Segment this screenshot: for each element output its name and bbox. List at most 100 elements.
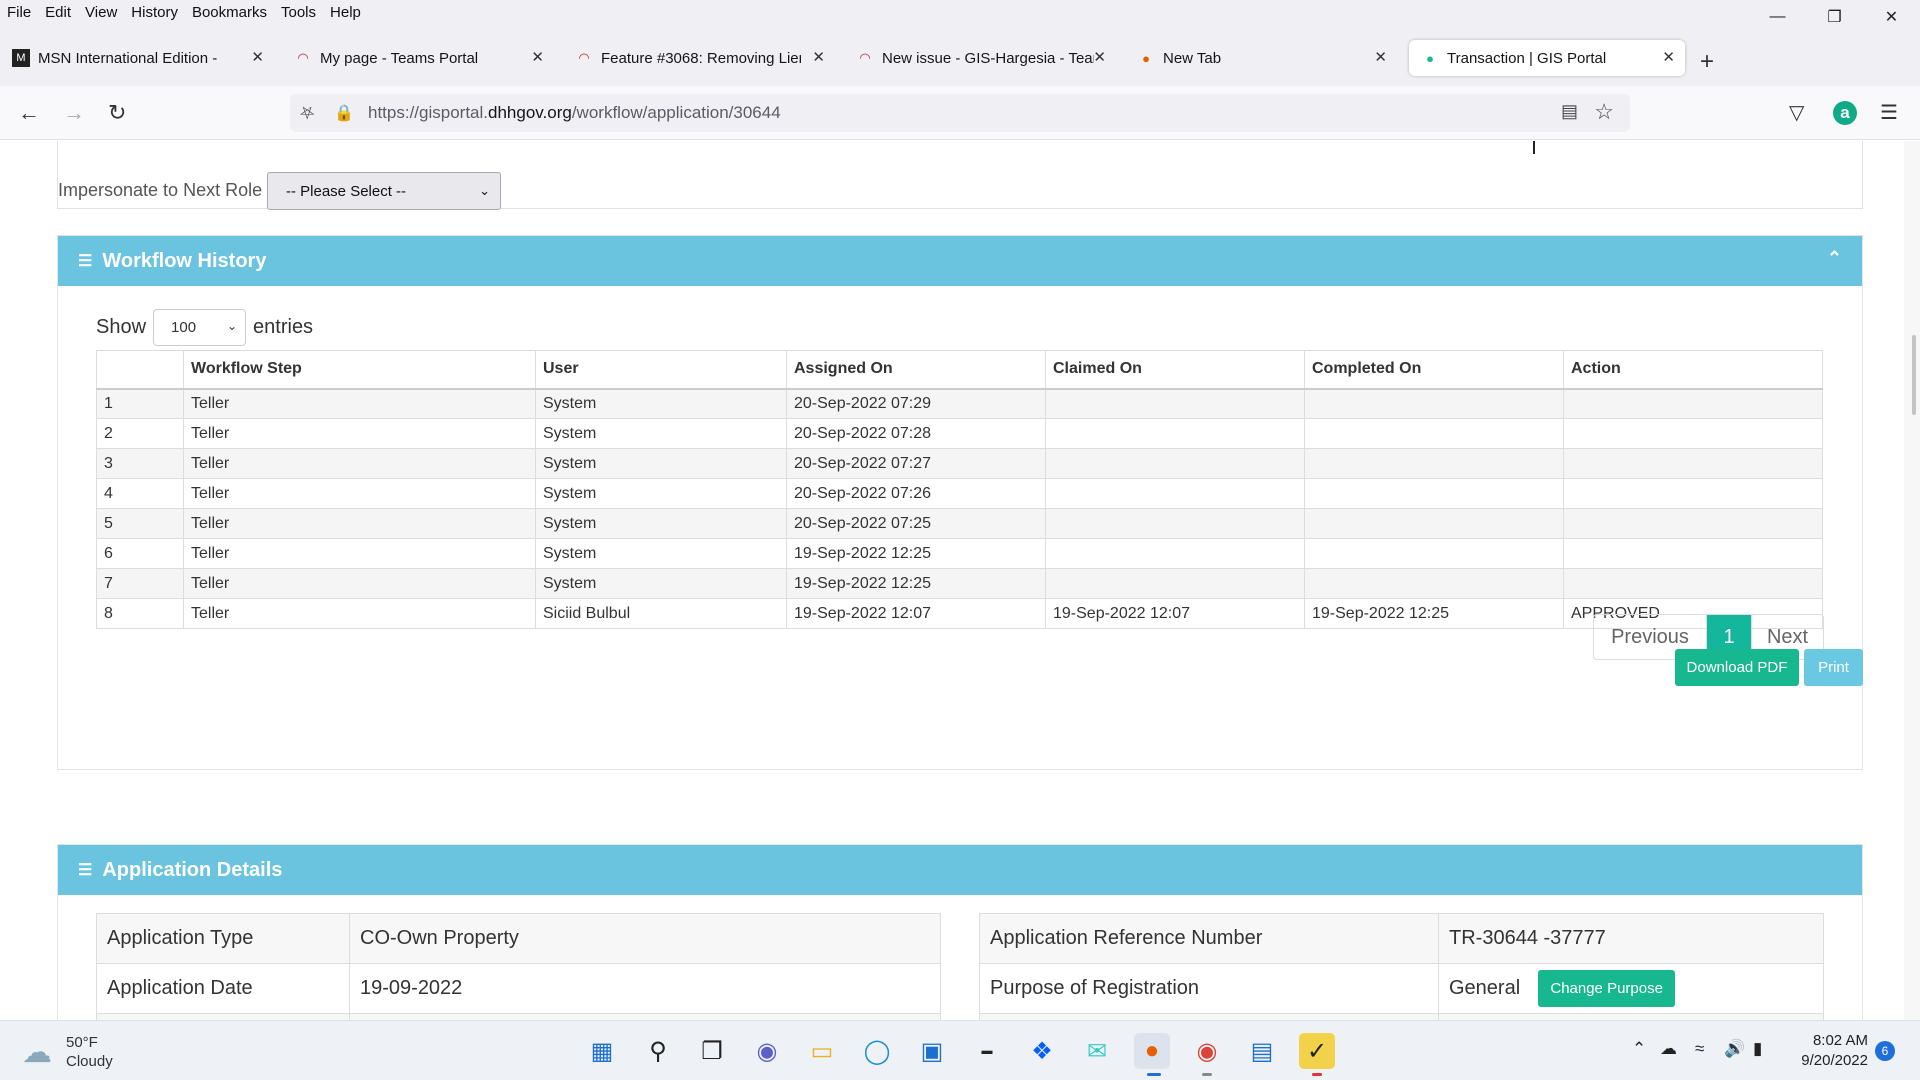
close-tab-icon[interactable]: ✕ xyxy=(251,48,264,66)
wifi-icon[interactable]: ≈ xyxy=(1695,1039,1704,1059)
cell-index: 7 xyxy=(96,568,184,599)
detail-row: Application Reference Number TR-30644 -3… xyxy=(979,913,1824,964)
workflow-history-header[interactable]: ☰ Workflow History ⌃ xyxy=(58,236,1862,286)
close-tab-icon[interactable]: ✕ xyxy=(1374,48,1387,66)
messenger-icon[interactable]: ✉ xyxy=(1079,1033,1115,1069)
taskbar: ☁ 50°F Cloudy ▦ ⚲ ❐ ◉ ▭ ◯ ▣ ▬ ❖ ✉ ● ◉ ▤ … xyxy=(0,1020,1920,1080)
gis-portal-icon: ● xyxy=(1426,50,1434,66)
cell-claimed-on xyxy=(1045,388,1305,419)
column-header-user[interactable]: User xyxy=(535,350,787,390)
application-details-header[interactable]: ☰ Application Details xyxy=(58,845,1862,895)
cell-assigned-on: 19-Sep-2022 12:25 xyxy=(786,568,1046,599)
menu-history[interactable]: History xyxy=(131,4,178,21)
close-tab-icon[interactable]: ✕ xyxy=(812,48,825,66)
weather-widget[interactable]: ☁ 50°F Cloudy xyxy=(22,1033,113,1071)
close-tab-icon[interactable]: ✕ xyxy=(1093,48,1106,66)
pocket-icon[interactable]: ▽ xyxy=(1789,100,1804,125)
url-text[interactable]: https://gisportal.dhhgov.org/workflow/ap… xyxy=(368,103,781,123)
store-icon[interactable]: ▣ xyxy=(914,1033,950,1069)
bookmark-star-icon[interactable]: ☆ xyxy=(1594,99,1614,125)
print-button[interactable]: Print xyxy=(1804,649,1863,686)
menu-view[interactable]: View xyxy=(85,4,117,21)
cell-user: System xyxy=(535,388,787,419)
dropbox-icon[interactable]: ❖ xyxy=(1024,1033,1060,1069)
notification-badge[interactable]: 6 xyxy=(1875,1041,1895,1061)
clock-time: 8:02 AM xyxy=(1812,1032,1868,1049)
cell-user: System xyxy=(535,448,787,479)
start-icon[interactable]: ▦ xyxy=(584,1033,620,1069)
cell-action xyxy=(1563,448,1823,479)
new-tab-icon[interactable]: + xyxy=(1700,48,1714,76)
cell-workflow-step: Teller xyxy=(183,388,536,419)
cell-action xyxy=(1563,418,1823,449)
norton-icon[interactable]: ✓ xyxy=(1299,1033,1335,1069)
system-clock[interactable]: 8:02 AM 9/20/2022 xyxy=(1780,1031,1868,1071)
close-tab-icon[interactable]: ✕ xyxy=(1662,48,1675,66)
detail-value: General xyxy=(1449,976,1521,999)
cell-claimed-on xyxy=(1045,478,1305,509)
impersonate-role-select[interactable]: -- Please Select -- ⌄ xyxy=(267,172,501,210)
tab-msn[interactable]: M MSN International Edition - Wor ✕ xyxy=(0,40,272,76)
entries-select[interactable]: 100 ⌄ xyxy=(153,309,247,346)
cell-completed-on xyxy=(1304,448,1564,479)
hamburger-menu-icon[interactable]: ☰ xyxy=(1880,100,1898,125)
cell-workflow-step: Teller xyxy=(183,478,536,509)
chrome-icon[interactable]: ◉ xyxy=(1189,1033,1225,1069)
scrollbar-thumb[interactable] xyxy=(1912,335,1916,415)
tab-new-tab[interactable]: ● New Tab ✕ xyxy=(1125,40,1397,76)
detail-value: CO-Own Property xyxy=(349,913,941,964)
battery-icon[interactable]: ▮ xyxy=(1753,1039,1762,1059)
chevron-up-icon[interactable]: ⌃ xyxy=(1632,1039,1646,1059)
tab-teams-portal[interactable]: ◠ My page - Teams Portal ✕ xyxy=(282,40,554,76)
column-header-assigned-on[interactable]: Assigned On xyxy=(786,350,1046,390)
account-avatar-icon[interactable]: a xyxy=(1833,101,1857,125)
chevron-up-icon[interactable]: ⌃ xyxy=(1827,248,1842,269)
column-header-completed-on[interactable]: Completed On xyxy=(1304,350,1564,390)
back-icon[interactable]: ← xyxy=(18,100,40,126)
shield-icon[interactable]: ⛧ xyxy=(300,103,324,124)
download-pdf-button[interactable]: Download PDF xyxy=(1675,649,1799,686)
notepad-icon[interactable]: ▤ xyxy=(1244,1033,1280,1069)
page-scrollbar[interactable] xyxy=(1904,141,1920,1020)
amazon-icon[interactable]: ▬ xyxy=(969,1033,1005,1069)
task-view-icon[interactable]: ❐ xyxy=(694,1033,730,1069)
cell-claimed-on xyxy=(1045,538,1305,569)
table-row: 3 Teller System 20-Sep-2022 07:27 xyxy=(96,448,1823,479)
cell-completed-on xyxy=(1304,508,1564,539)
menu-edit[interactable]: Edit xyxy=(45,4,71,21)
file-explorer-icon[interactable]: ▭ xyxy=(804,1033,840,1069)
cell-user: System xyxy=(535,568,787,599)
tab-new-issue[interactable]: ◠ New issue - GIS-Hargesia - Tear ✕ xyxy=(844,40,1116,76)
cell-index: 2 xyxy=(96,418,184,449)
onedrive-icon[interactable]: ☁ xyxy=(1660,1039,1677,1059)
tab-feature-3068[interactable]: ◠ Feature #3068: Removing Lien A ✕ xyxy=(563,40,835,76)
firefox-icon[interactable]: ● xyxy=(1134,1033,1170,1069)
teams-chat-icon[interactable]: ◉ xyxy=(749,1033,785,1069)
menu-bookmarks[interactable]: Bookmarks xyxy=(192,4,267,21)
close-tab-icon[interactable]: ✕ xyxy=(531,48,544,66)
workflow-history-panel: ☰ Workflow History ⌃ Show 100 ⌄ entries … xyxy=(57,235,1863,770)
menu-tools[interactable]: Tools xyxy=(281,4,316,21)
change-purpose-button[interactable]: Change Purpose xyxy=(1538,970,1676,1007)
menu-help[interactable]: Help xyxy=(330,4,361,21)
reader-view-icon[interactable]: ▤ xyxy=(1561,101,1578,122)
tab-label: Transaction | GIS Portal xyxy=(1447,49,1607,67)
edge-icon[interactable]: ◯ xyxy=(859,1033,895,1069)
column-header-action[interactable]: Action xyxy=(1563,350,1823,390)
reload-icon[interactable]: ↻ xyxy=(108,100,126,126)
column-header-claimed-on[interactable]: Claimed On xyxy=(1045,350,1305,390)
weather-temp: 50°F xyxy=(66,1034,98,1051)
volume-icon[interactable]: 🔊 xyxy=(1724,1039,1745,1059)
redmine-icon: ◠ xyxy=(859,50,871,65)
url-bar[interactable]: ⛧ 🔒 https://gisportal.dhhgov.org/workflo… xyxy=(290,94,1630,132)
tab-gis-portal[interactable]: ● Transaction | GIS Portal ✕ xyxy=(1409,40,1685,76)
detail-value: 19-09-2022 xyxy=(349,963,941,1014)
cell-assigned-on: 20-Sep-2022 07:26 xyxy=(786,478,1046,509)
cell-claimed-on: 19-Sep-2022 12:07 xyxy=(1045,598,1305,629)
lock-icon[interactable]: 🔒 xyxy=(334,103,354,123)
column-header-index[interactable] xyxy=(96,350,184,390)
forward-icon[interactable]: → xyxy=(63,100,85,126)
column-header-workflow-step[interactable]: Workflow Step xyxy=(183,350,536,390)
search-icon[interactable]: ⚲ xyxy=(640,1033,676,1069)
menu-file[interactable]: File xyxy=(7,4,31,21)
